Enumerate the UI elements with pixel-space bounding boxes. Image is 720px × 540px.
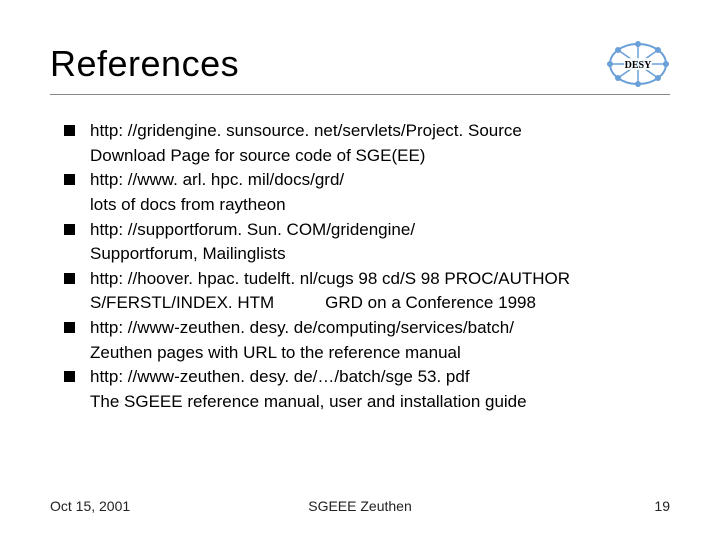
bullet-square-icon xyxy=(64,273,75,284)
bullet-square-icon xyxy=(64,224,75,235)
bullet-list: http: //gridengine. sunsource. net/servl… xyxy=(50,119,670,415)
bullet-square-icon xyxy=(64,125,75,136)
bullet-line1: http: //www-zeuthen. desy. de/…/batch/sg… xyxy=(90,365,670,390)
footer-center: SGEEE Zeuthen xyxy=(50,498,670,514)
list-item: http: //www. arl. hpc. mil/docs/grd/ lot… xyxy=(64,168,670,217)
bullet-line2: Download Page for source code of SGE(EE) xyxy=(90,144,670,169)
header: References DESY xyxy=(50,40,670,88)
bullet-line1: http: //supportforum. Sun. COM/gridengin… xyxy=(90,218,670,243)
list-item: http: //www-zeuthen. desy. de/computing/… xyxy=(64,316,670,365)
divider xyxy=(50,94,670,95)
page-title: References xyxy=(50,43,239,85)
list-item: http: //hoover. hpac. tudelft. nl/cugs 9… xyxy=(64,267,670,316)
bullet-square-icon xyxy=(64,371,75,382)
bullet-line2: S/FERSTL/INDEX. HTM GRD on a Conference … xyxy=(90,291,670,316)
bullet-line2: lots of docs from raytheon xyxy=(90,193,670,218)
footer: Oct 15, 2001 SGEEE Zeuthen 19 xyxy=(50,498,670,514)
bullet-square-icon xyxy=(64,174,75,185)
slide: References DESY http: //gridengine. suns… xyxy=(0,0,720,540)
bullet-square-icon xyxy=(64,322,75,333)
footer-page: 19 xyxy=(654,498,670,514)
footer-date: Oct 15, 2001 xyxy=(50,498,130,514)
bullet-line1: http: //www-zeuthen. desy. de/computing/… xyxy=(90,316,670,341)
list-item: http: //gridengine. sunsource. net/servl… xyxy=(64,119,670,168)
bullet-line1: http: //www. arl. hpc. mil/docs/grd/ xyxy=(90,168,670,193)
bullet-line2: The SGEEE reference manual, user and ins… xyxy=(90,390,670,415)
logo-text: DESY xyxy=(625,60,652,71)
desy-logo: DESY xyxy=(606,40,670,88)
bullet-line1: http: //hoover. hpac. tudelft. nl/cugs 9… xyxy=(90,267,670,292)
list-item: http: //www-zeuthen. desy. de/…/batch/sg… xyxy=(64,365,670,414)
list-item: http: //supportforum. Sun. COM/gridengin… xyxy=(64,218,670,267)
bullet-line2: Zeuthen pages with URL to the reference … xyxy=(90,341,670,366)
bullet-line1: http: //gridengine. sunsource. net/servl… xyxy=(90,119,670,144)
bullet-line2: Supportforum, Mailinglists xyxy=(90,242,670,267)
